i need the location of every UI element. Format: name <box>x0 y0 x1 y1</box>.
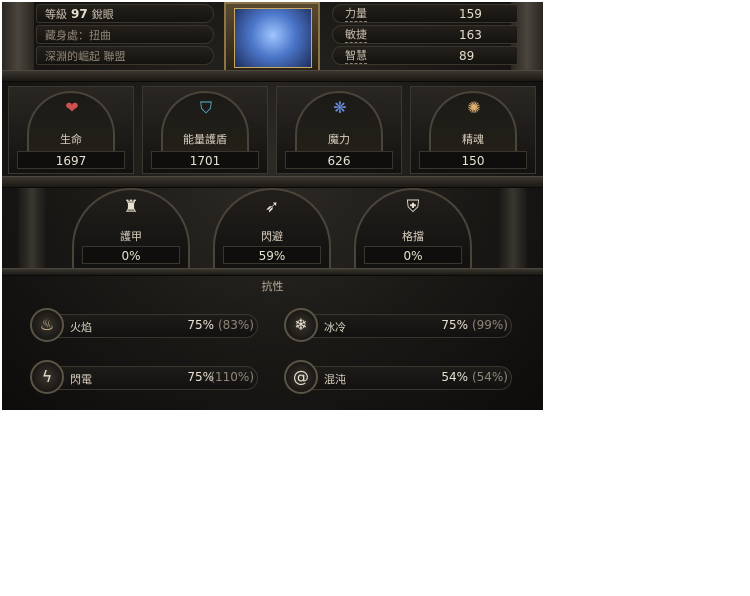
level-pill: 等級 97 銳眼 <box>36 4 214 23</box>
armour-icon: ♜ <box>123 197 139 217</box>
character-portrait <box>224 2 320 72</box>
stat-value: 1697 <box>17 151 125 169</box>
defense-label: 閃避 <box>261 230 283 243</box>
energy-shield-icon: ⛉ <box>199 98 212 117</box>
heart-icon: ❤ <box>65 98 79 117</box>
level-label: 等級 <box>45 8 67 21</box>
defense-label: 護甲 <box>120 230 142 243</box>
pillar-ornament <box>18 188 46 270</box>
hideout-pill[interactable]: 藏身處：扭曲 <box>36 25 214 44</box>
resistance-cold[interactable]: ❄ 冰冷 75% (99%) <box>284 308 514 342</box>
block-icon: ⛨ <box>406 197 420 217</box>
resistance-max: (54%) <box>471 370 508 384</box>
mana-icon: ❋ <box>333 98 347 117</box>
resistance-name: 冰冷 <box>324 321 346 334</box>
resistance-name: 混沌 <box>324 373 346 386</box>
attribute-intelligence[interactable]: 智慧 89 <box>332 46 518 65</box>
header-divider <box>2 70 543 82</box>
spirit-icon: ✺ <box>467 98 481 117</box>
defense-card-block[interactable]: ⛨ 格擋 0% <box>354 188 472 268</box>
stat-label: 魔力 <box>328 133 350 146</box>
cold-icon: ❄ <box>284 308 318 342</box>
resistance-value: 75% <box>187 318 214 332</box>
hideout-label: 藏身處：扭曲 <box>45 29 111 42</box>
attribute-name: 力量 <box>345 7 367 22</box>
defense-value: 0% <box>364 246 462 264</box>
defense-label: 格擋 <box>402 230 424 243</box>
resistance-max: (110%) <box>210 370 254 384</box>
defense-value: 59% <box>223 246 321 264</box>
resistances-title: 抗性 <box>261 280 284 293</box>
defense-card-armour[interactable]: ♜ 護甲 0% <box>72 188 190 268</box>
resistance-lightning[interactable]: ϟ 閃電 75% (110%) <box>30 360 260 394</box>
attribute-strength[interactable]: 力量 159 <box>332 4 518 23</box>
defense-card-evasion[interactable]: ➶ 閃避 59% <box>213 188 331 268</box>
left-statue-ornament <box>2 2 34 72</box>
stat-label: 精魂 <box>462 133 484 146</box>
stat-label: 能量護盾 <box>183 133 227 146</box>
resistance-max: (99%) <box>471 318 508 332</box>
defense-value: 0% <box>82 246 180 264</box>
stat-label: 生命 <box>60 133 82 146</box>
attribute-name: 敏捷 <box>345 28 367 43</box>
character-stats-panel: 等級 97 銳眼 藏身處：扭曲 深淵的崛起 聯盟 力量 159 敏捷 163 智慧 … <box>2 2 543 410</box>
resistance-value: 75% <box>441 318 468 332</box>
defense-divider <box>2 268 543 276</box>
resistance-value: 54% <box>441 370 468 384</box>
resistance-name: 閃電 <box>70 373 92 386</box>
lightning-icon: ϟ <box>30 360 64 394</box>
pillar-ornament <box>499 188 527 270</box>
chaos-icon: @ <box>284 360 318 394</box>
resistance-name: 火焰 <box>70 321 92 334</box>
stats-divider <box>2 176 543 188</box>
stat-card-energy-shield[interactable]: ⛉ 能量護盾 1701 <box>142 86 268 174</box>
stat-value: 626 <box>285 151 393 169</box>
resistance-fire[interactable]: ♨ 火焰 75% (83%) <box>30 308 260 342</box>
fire-icon: ♨ <box>30 308 64 342</box>
stat-value: 1701 <box>151 151 259 169</box>
portrait-image <box>234 8 312 68</box>
stat-card-spirit[interactable]: ✺ 精魂 150 <box>410 86 536 174</box>
stat-value: 150 <box>419 151 527 169</box>
level-value: 97 <box>71 7 88 21</box>
stat-card-mana[interactable]: ❋ 魔力 626 <box>276 86 402 174</box>
class-name: 銳眼 <box>91 8 114 21</box>
attribute-value: 159 <box>459 7 482 21</box>
resistance-chaos[interactable]: @ 混沌 54% (54%) <box>284 360 514 394</box>
guild-pill[interactable]: 深淵的崛起 聯盟 <box>36 46 214 65</box>
evasion-icon: ➶ <box>264 197 280 217</box>
attribute-value: 89 <box>459 49 475 63</box>
guild-label: 深淵的崛起 聯盟 <box>45 50 126 63</box>
attribute-value: 163 <box>459 28 482 42</box>
attribute-dexterity[interactable]: 敏捷 163 <box>332 25 518 44</box>
stat-card-life[interactable]: ❤ 生命 1697 <box>8 86 134 174</box>
resistance-max: (83%) <box>217 318 254 332</box>
attribute-name: 智慧 <box>345 49 367 64</box>
